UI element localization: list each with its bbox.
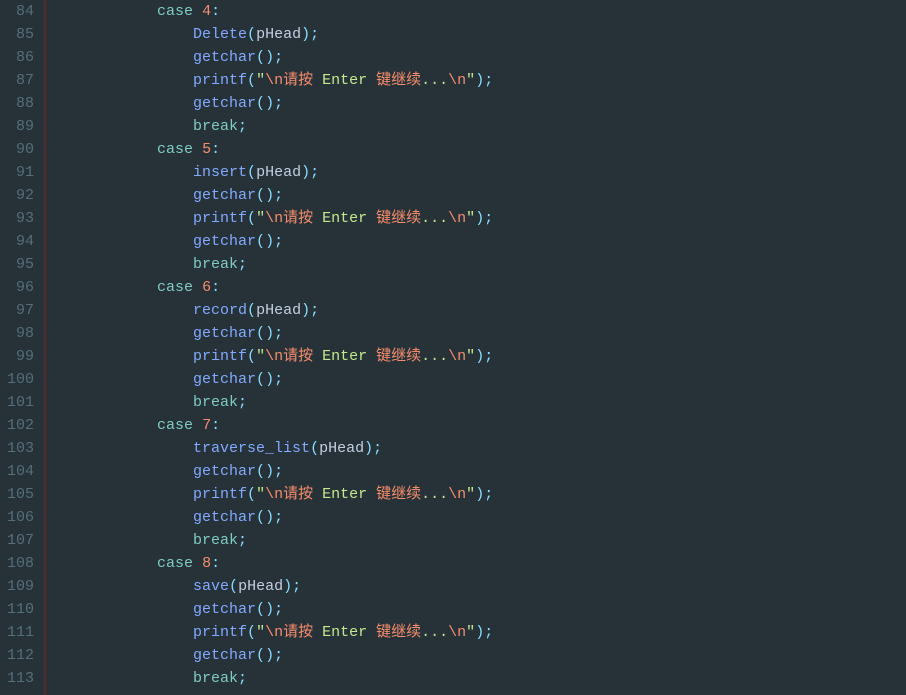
call-line: getchar(); bbox=[49, 506, 493, 529]
line-number: 106 bbox=[6, 506, 34, 529]
call-line: record(pHead); bbox=[49, 299, 493, 322]
line-number: 111 bbox=[6, 621, 34, 644]
call-line: Delete(pHead); bbox=[49, 23, 493, 46]
line-number: 92 bbox=[6, 184, 34, 207]
line-number: 91 bbox=[6, 161, 34, 184]
call-line: insert(pHead); bbox=[49, 161, 493, 184]
line-number: 96 bbox=[6, 276, 34, 299]
line-number: 90 bbox=[6, 138, 34, 161]
call-line: getchar(); bbox=[49, 184, 493, 207]
call-line: save(pHead); bbox=[49, 575, 493, 598]
code-area[interactable]: case 4: Delete(pHead); getchar(); printf… bbox=[47, 0, 493, 695]
line-number: 110 bbox=[6, 598, 34, 621]
line-number: 85 bbox=[6, 23, 34, 46]
case-line: case 5: bbox=[49, 138, 493, 161]
line-number: 99 bbox=[6, 345, 34, 368]
line-number: 112 bbox=[6, 644, 34, 667]
call-line: getchar(); bbox=[49, 46, 493, 69]
printf-line: printf("\n请按 Enter 键继续...\n"); bbox=[49, 207, 493, 230]
case-line: case 7: bbox=[49, 414, 493, 437]
case-line: case 6: bbox=[49, 276, 493, 299]
printf-line: printf("\n请按 Enter 键继续...\n"); bbox=[49, 621, 493, 644]
printf-line: printf("\n请按 Enter 键继续...\n"); bbox=[49, 345, 493, 368]
line-number: 108 bbox=[6, 552, 34, 575]
line-number: 107 bbox=[6, 529, 34, 552]
call-line: traverse_list(pHead); bbox=[49, 437, 493, 460]
line-number: 105 bbox=[6, 483, 34, 506]
break-line: break; bbox=[49, 115, 493, 138]
line-number: 84 bbox=[6, 0, 34, 23]
line-number: 88 bbox=[6, 92, 34, 115]
call-line: getchar(); bbox=[49, 230, 493, 253]
line-number: 113 bbox=[6, 667, 34, 690]
call-line: getchar(); bbox=[49, 368, 493, 391]
line-number: 104 bbox=[6, 460, 34, 483]
call-line: getchar(); bbox=[49, 322, 493, 345]
printf-line: printf("\n请按 Enter 键继续...\n"); bbox=[49, 69, 493, 92]
line-number: 89 bbox=[6, 115, 34, 138]
code-editor[interactable]: 8485868788899091929394959697989910010110… bbox=[0, 0, 906, 695]
line-number: 97 bbox=[6, 299, 34, 322]
line-number: 86 bbox=[6, 46, 34, 69]
call-line: getchar(); bbox=[49, 460, 493, 483]
call-line: getchar(); bbox=[49, 598, 493, 621]
break-line: break; bbox=[49, 253, 493, 276]
line-number: 98 bbox=[6, 322, 34, 345]
line-number: 93 bbox=[6, 207, 34, 230]
case-line: case 4: bbox=[49, 0, 493, 23]
line-number: 94 bbox=[6, 230, 34, 253]
line-number: 102 bbox=[6, 414, 34, 437]
line-number: 103 bbox=[6, 437, 34, 460]
break-line: break; bbox=[49, 667, 493, 690]
call-line: getchar(); bbox=[49, 92, 493, 115]
printf-line: printf("\n请按 Enter 键继续...\n"); bbox=[49, 483, 493, 506]
break-line: break; bbox=[49, 391, 493, 414]
break-line: break; bbox=[49, 529, 493, 552]
line-number-gutter: 8485868788899091929394959697989910010110… bbox=[0, 0, 44, 695]
case-line: case 8: bbox=[49, 552, 493, 575]
line-number: 95 bbox=[6, 253, 34, 276]
call-line: getchar(); bbox=[49, 644, 493, 667]
line-number: 100 bbox=[6, 368, 34, 391]
line-number: 101 bbox=[6, 391, 34, 414]
line-number: 109 bbox=[6, 575, 34, 598]
line-number: 87 bbox=[6, 69, 34, 92]
